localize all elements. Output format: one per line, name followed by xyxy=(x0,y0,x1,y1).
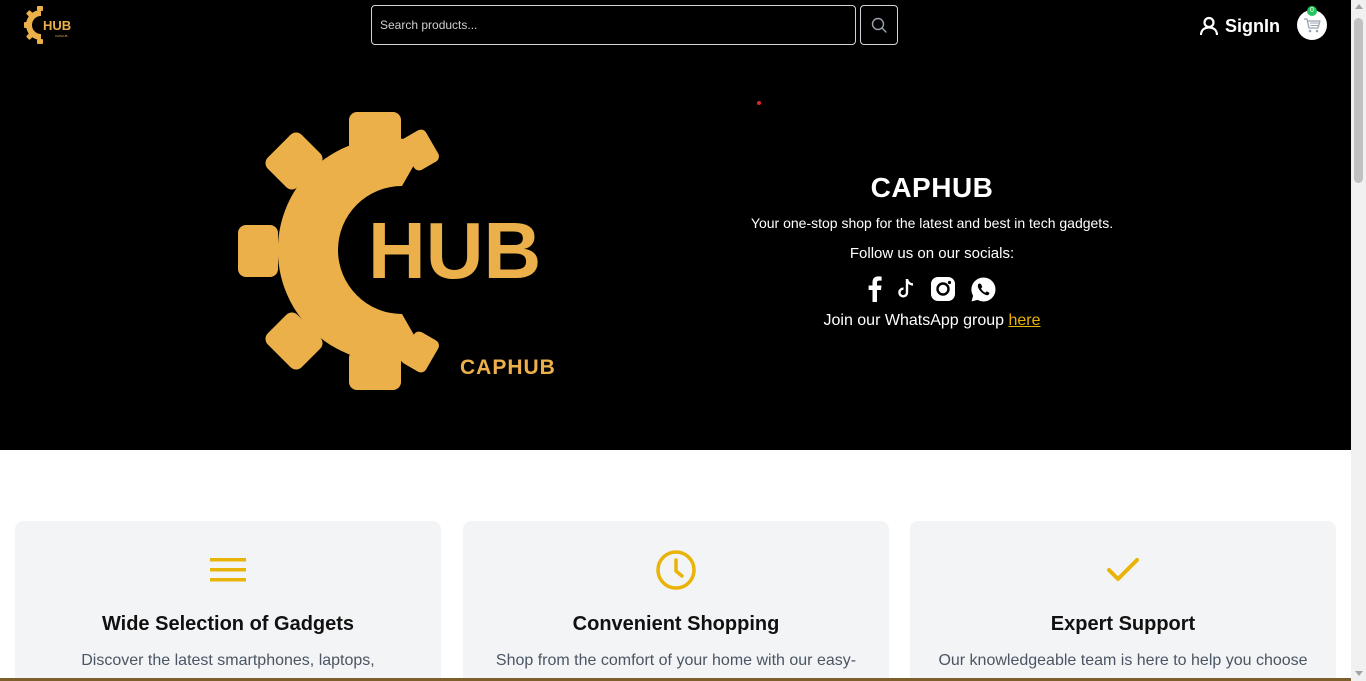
hero-join-text: Join our WhatsApp group here xyxy=(823,312,1041,329)
scroll-down-arrow[interactable] xyxy=(1355,671,1363,676)
feature-card-shopping: Convenient Shopping Shop from the comfor… xyxy=(463,521,889,681)
feature-description: Our knowledgeable team is here to help y… xyxy=(938,652,1308,669)
cart-count-badge: 0 xyxy=(1307,6,1317,16)
signin-button[interactable]: SignIn xyxy=(1199,12,1280,40)
whatsapp-group-link[interactable]: here xyxy=(1008,312,1040,329)
search-icon xyxy=(871,17,887,33)
menu-icon xyxy=(210,558,246,582)
feature-title: Wide Selection of Gadgets xyxy=(101,613,355,635)
svg-text:CAPHUB: CAPHUB xyxy=(460,356,556,379)
hero-title: CAPHUB xyxy=(870,172,994,203)
check-icon xyxy=(1107,558,1139,581)
social-links xyxy=(712,275,1152,303)
tiktok-icon[interactable] xyxy=(896,278,916,300)
hero-text-block: CAPHUB Your one-stop shop for the latest… xyxy=(712,170,1152,332)
page: HUB CAPHUB SignIn xyxy=(0,0,1351,681)
scroll-up-arrow[interactable] xyxy=(1355,4,1363,9)
instagram-icon[interactable] xyxy=(930,276,956,302)
svg-text:CAPHUB: CAPHUB xyxy=(55,34,68,38)
cart-icon xyxy=(1304,18,1321,33)
feature-description: Discover the latest smartphones, laptops… xyxy=(81,652,375,669)
feature-card-support: Expert Support Our knowledgeable team is… xyxy=(910,521,1336,681)
top-nav: HUB CAPHUB SignIn xyxy=(0,0,1351,52)
search-button[interactable] xyxy=(860,5,898,45)
svg-text:HUB: HUB xyxy=(43,18,71,33)
search-input[interactable] xyxy=(371,5,856,45)
clock-icon xyxy=(656,550,696,590)
hero-section: HUB CAPHUB CAPHUB Your one-stop shop for… xyxy=(0,52,1351,450)
nav-logo[interactable]: HUB CAPHUB xyxy=(24,5,74,45)
feature-card-selection: Wide Selection of Gadgets Discover the l… xyxy=(15,521,441,681)
hero-logo: HUB CAPHUB xyxy=(238,112,556,390)
feature-description: Shop from the comfort of your home with … xyxy=(495,652,857,669)
whatsapp-icon[interactable] xyxy=(970,276,997,303)
signin-label: SignIn xyxy=(1225,15,1280,36)
hero-follow-text: Follow us on our socials: xyxy=(849,245,1015,262)
svg-text:HUB: HUB xyxy=(368,206,541,295)
hero-tagline: Your one-stop shop for the latest and be… xyxy=(750,215,1114,231)
user-icon xyxy=(1199,16,1219,36)
decorative-dot xyxy=(757,101,761,105)
feature-title: Convenient Shopping xyxy=(572,613,780,635)
scrollbar-thumb[interactable] xyxy=(1354,18,1363,183)
facebook-icon[interactable] xyxy=(868,276,882,302)
feature-title: Expert Support xyxy=(1050,613,1196,635)
